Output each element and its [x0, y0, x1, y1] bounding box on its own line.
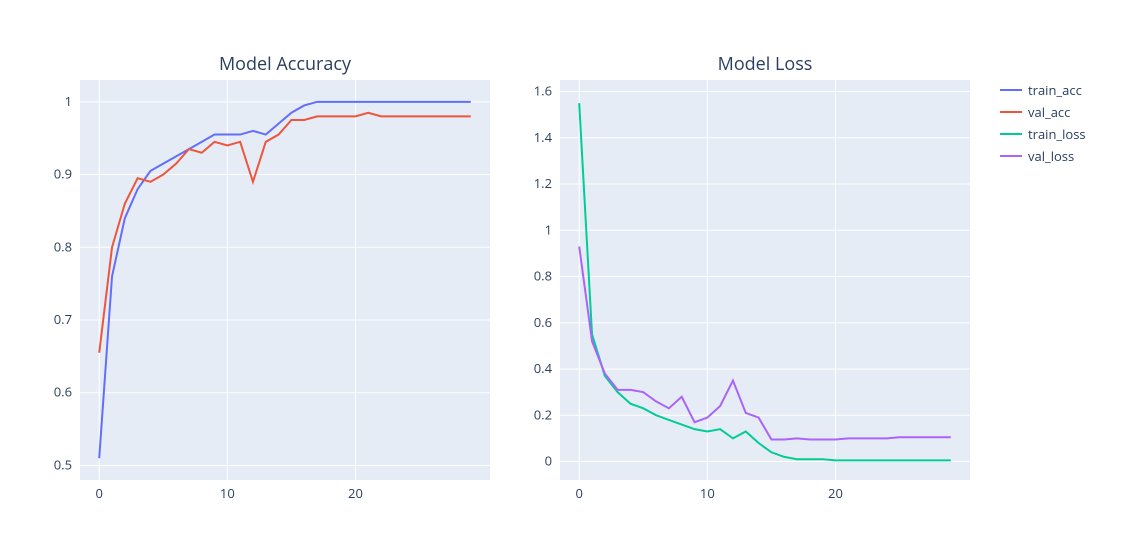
x-tick-label: 10	[220, 484, 235, 502]
accuracy-chart: 0 10 20 0.5 0.6 0.7 0.8 0.9 1	[25, 70, 505, 520]
y-tick-label: 1.4	[534, 128, 553, 146]
y-tick-label: 0.5	[54, 455, 72, 473]
legend-label: val_loss	[1028, 147, 1074, 165]
legend-label: train_loss	[1028, 125, 1086, 143]
legend-swatch	[1000, 89, 1022, 91]
loss-chart-title: Model Loss	[560, 52, 970, 76]
legend-item-val_loss[interactable]: val_loss	[1000, 146, 1086, 166]
x-tick-label: 0	[576, 484, 583, 502]
y-tick-label: 0	[545, 452, 552, 470]
y-tick-label: 1.6	[534, 82, 552, 100]
loss-chart: 0 10 20 0 0.2 0.4 0.6 0.8 1 1.2 1.4 1.6	[505, 70, 985, 520]
y-tick-label: 1	[545, 220, 552, 238]
legend-label: val_acc	[1028, 103, 1070, 121]
legend-swatch	[1000, 133, 1022, 135]
legend-item-train_acc[interactable]: train_acc	[1000, 80, 1086, 100]
x-tick-label: 20	[348, 484, 363, 502]
x-tick-label: 0	[96, 484, 103, 502]
legend: train_acc val_acc train_loss val_loss	[1000, 80, 1086, 168]
plot-background	[80, 80, 490, 480]
legend-swatch	[1000, 111, 1022, 113]
chart-container: 010200.50.60.70.80.91Model Accuracy01020…	[0, 0, 1144, 550]
y-tick-label: 0.9	[54, 165, 72, 183]
y-tick-label: 1	[65, 92, 72, 110]
accuracy-chart-title: Model Accuracy	[80, 52, 490, 76]
legend-label: train_acc	[1028, 81, 1082, 99]
legend-item-train_loss[interactable]: train_loss	[1000, 124, 1086, 144]
y-tick-label: 0.7	[54, 310, 72, 328]
y-tick-label: 0.6	[534, 313, 552, 331]
legend-item-val_acc[interactable]: val_acc	[1000, 102, 1086, 122]
y-tick-label: 0.8	[54, 237, 72, 255]
y-tick-label: 0.2	[534, 405, 552, 423]
x-tick-label: 20	[828, 484, 843, 502]
y-tick-label: 0.4	[534, 359, 553, 377]
x-tick-label: 10	[700, 484, 715, 502]
y-tick-label: 1.2	[534, 174, 552, 192]
legend-swatch	[1000, 155, 1022, 157]
plot-background	[560, 80, 970, 480]
y-tick-label: 0.8	[534, 267, 552, 285]
y-tick-label: 0.6	[54, 383, 72, 401]
